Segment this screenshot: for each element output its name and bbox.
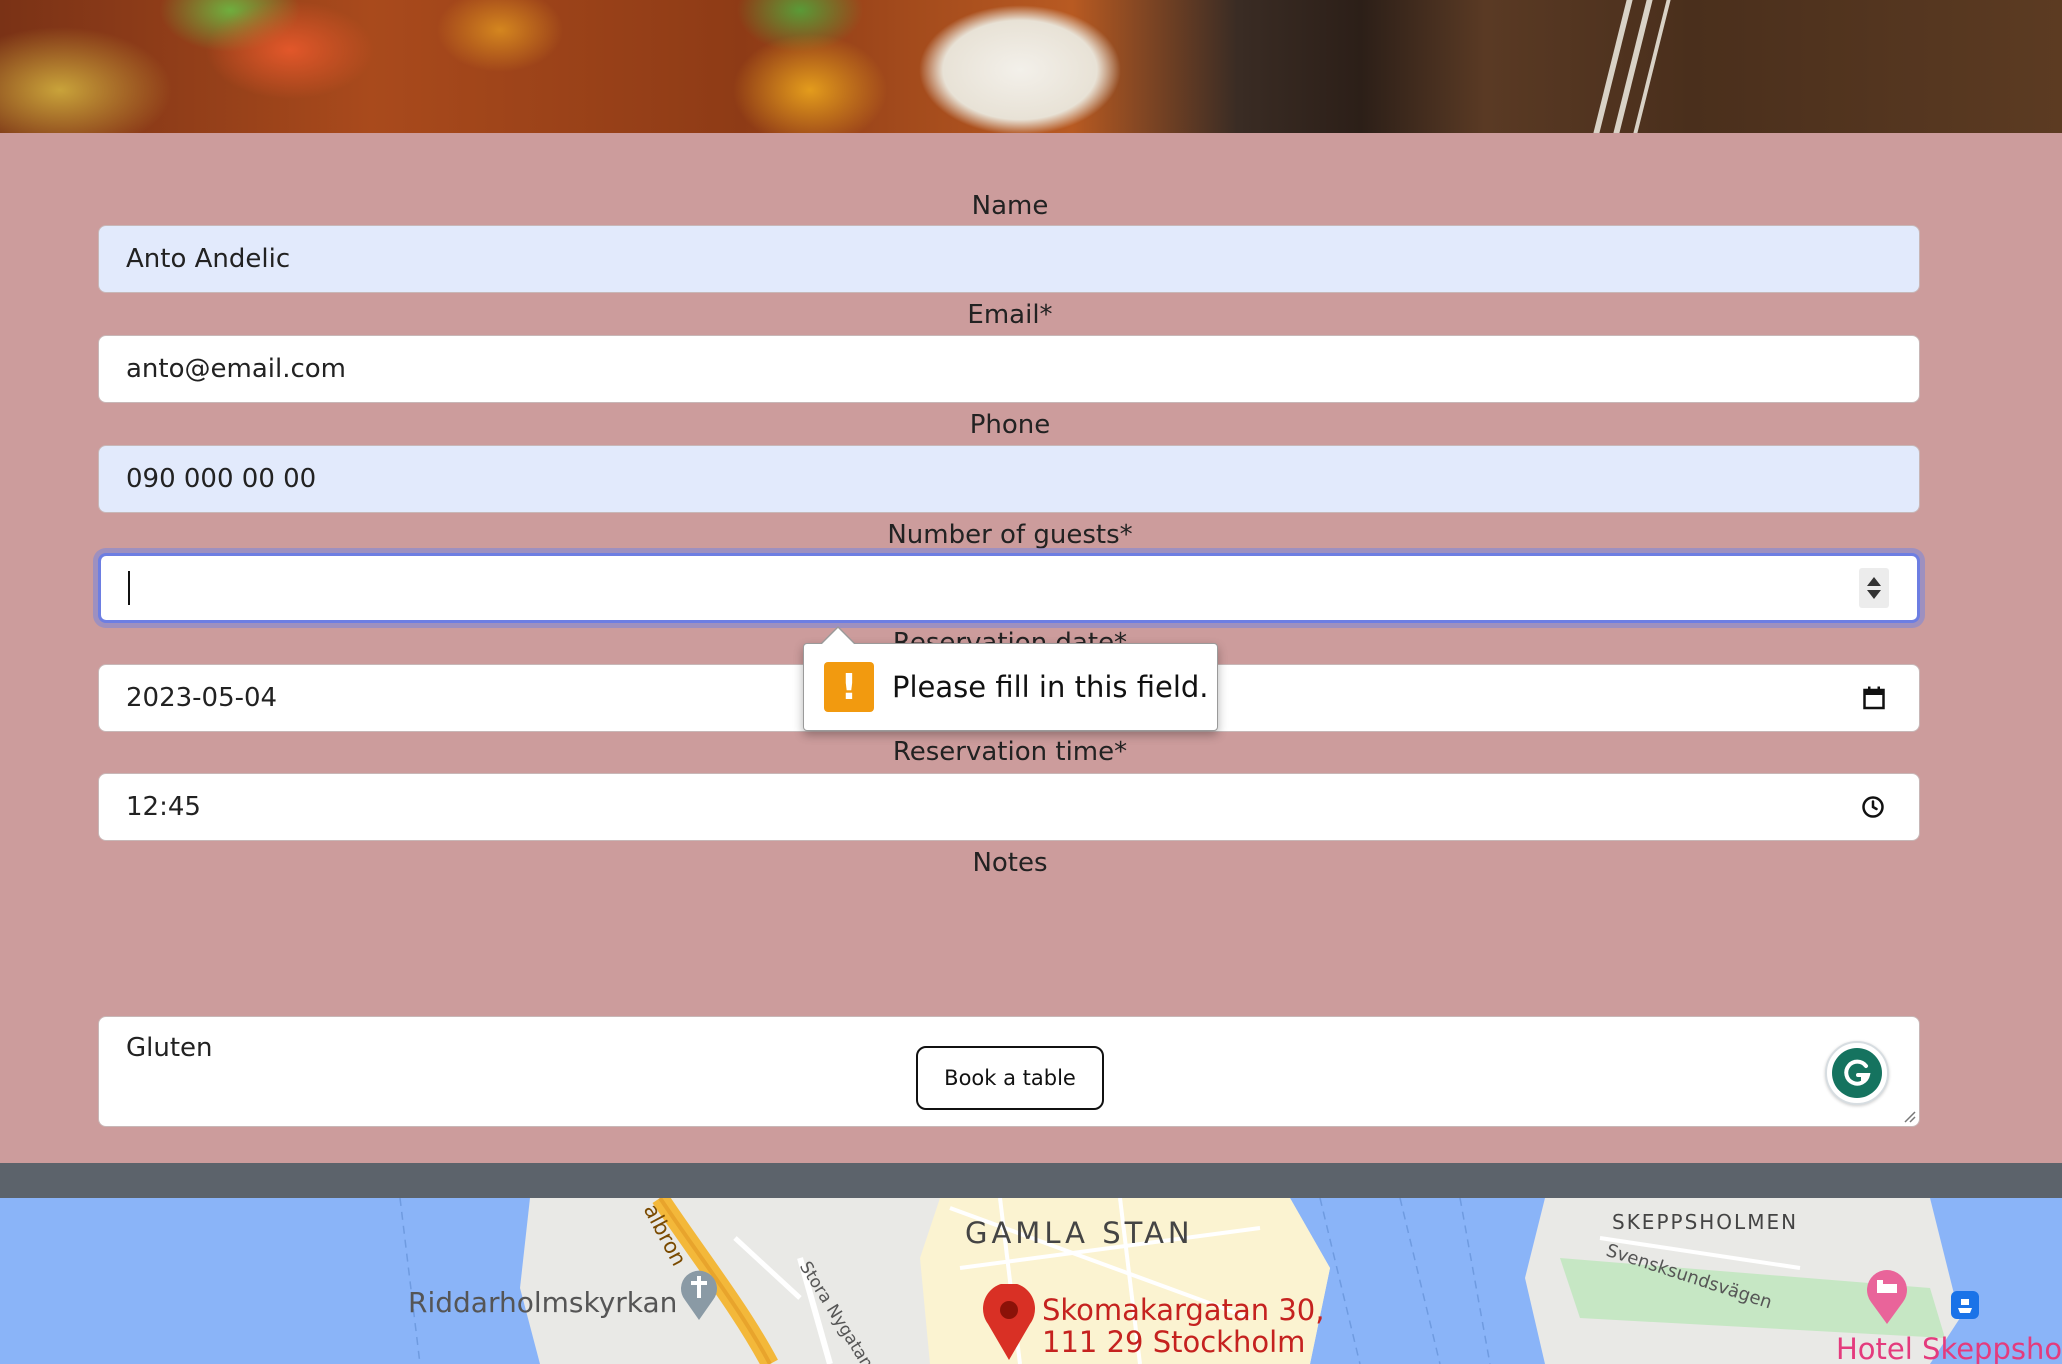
email-input[interactable]: anto@email.com: [98, 335, 1920, 403]
time-input[interactable]: 12:45: [98, 773, 1920, 841]
church-icon[interactable]: [679, 1268, 719, 1322]
calendar-icon[interactable]: [1863, 686, 1885, 710]
map-address-line2: 111 29 Stockholm: [1042, 1325, 1306, 1359]
grammarly-button[interactable]: [1825, 1041, 1889, 1105]
stepper-down-icon[interactable]: [1867, 590, 1881, 599]
hero-food-image: [0, 0, 2062, 133]
notes-value: Gluten: [126, 1033, 213, 1063]
map-landmark-church: Riddarholmskyrkan: [408, 1286, 678, 1319]
time-value: 12:45: [126, 792, 201, 822]
date-value: 2023-05-04: [126, 683, 278, 713]
time-label: Reservation time*: [892, 737, 1128, 767]
book-table-button[interactable]: Book a table: [916, 1046, 1104, 1110]
clock-icon[interactable]: [1861, 795, 1885, 819]
phone-value: 090 000 00 00: [126, 464, 317, 494]
name-label: Name: [971, 191, 1049, 221]
chopstick-decoration: [1613, 0, 1653, 133]
map-district-gamla-stan: GAMLA STAN: [965, 1216, 1194, 1250]
map-hotel-label: Hotel Skeppshol: [1836, 1332, 2062, 1364]
grammarly-icon: [1832, 1048, 1882, 1098]
email-label: Email*: [967, 300, 1053, 330]
name-input[interactable]: Anto Andelic: [98, 225, 1920, 293]
chopstick-decoration: [1593, 0, 1633, 133]
notes-label: Notes: [972, 848, 1048, 878]
stepper-up-icon[interactable]: [1867, 577, 1881, 586]
guests-label: Number of guests*: [887, 520, 1133, 550]
map-district-skeppsholmen: SKEPPSHOLMEN: [1612, 1210, 1799, 1234]
footer-divider: [0, 1163, 2062, 1198]
phone-label: Phone: [969, 410, 1051, 440]
phone-input[interactable]: 090 000 00 00: [98, 445, 1920, 513]
validation-tooltip: ! Please fill in this field.: [803, 626, 1218, 731]
validation-message: Please fill in this field.: [892, 670, 1209, 704]
map-address-line1: Skomakargatan 30,: [1042, 1293, 1325, 1327]
map-marker-address: Skomakargatan 30, 111 29 Stockholm: [1042, 1294, 1324, 1358]
text-caret: [128, 571, 130, 605]
email-value: anto@email.com: [126, 354, 347, 384]
warning-icon: !: [824, 662, 874, 712]
location-map[interactable]: GAMLA STAN SKEPPSHOLMEN Stora Nygatan Sv…: [0, 1198, 2062, 1364]
name-value: Anto Andelic: [126, 244, 291, 274]
chopstick-decoration: [1633, 0, 1671, 133]
ferry-icon[interactable]: [1950, 1290, 1980, 1320]
guests-input[interactable]: [98, 553, 1920, 623]
resize-handle-icon[interactable]: [1902, 1109, 1916, 1123]
number-stepper[interactable]: [1859, 568, 1889, 608]
map-marker-icon[interactable]: [980, 1284, 1038, 1360]
hotel-marker-icon[interactable]: [1864, 1266, 1910, 1326]
